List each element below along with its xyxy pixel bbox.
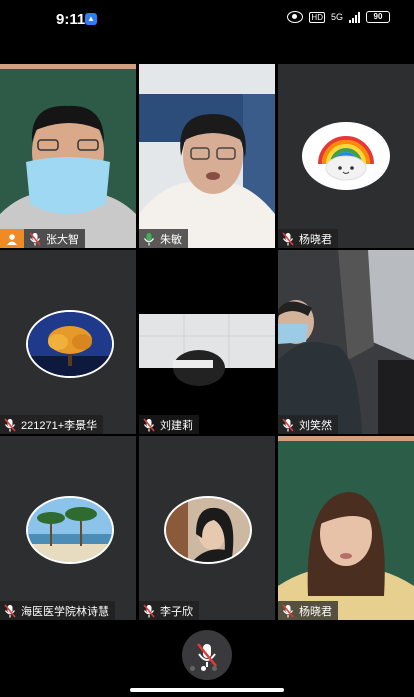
- participant-name: 刘笑然: [299, 419, 332, 432]
- participant-video: [278, 436, 414, 620]
- participant-avatar: [164, 496, 252, 564]
- mic-muted-icon: [143, 603, 155, 618]
- clock: 9:11: [56, 11, 86, 28]
- mic-muted-icon: [29, 231, 41, 246]
- participant-tile[interactable]: 张大智: [0, 64, 136, 248]
- battery-icon: 90: [366, 11, 390, 23]
- page-dot: [190, 666, 195, 671]
- status-icons: HD 5G 90: [287, 11, 390, 23]
- mic-muted-icon: [4, 603, 16, 618]
- mic-muted-icon: [282, 417, 294, 432]
- participant-avatar: [302, 122, 390, 190]
- participant-avatar: [26, 310, 114, 378]
- participant-name: 海医医学院林诗慧: [21, 605, 109, 618]
- participant-label: 杨晓君: [278, 601, 338, 620]
- participant-label: 朱敏: [139, 229, 188, 248]
- participant-label: 张大智: [0, 229, 85, 248]
- participant-label: 海医医学院林诗慧: [0, 601, 115, 620]
- mic-muted-icon: [4, 417, 16, 432]
- participant-name: 杨晓君: [299, 605, 332, 618]
- rainbow-cloud-icon: [318, 136, 374, 181]
- mic-muted-icon: [143, 417, 155, 432]
- page-indicator[interactable]: [190, 666, 217, 671]
- participant-tile[interactable]: 刘笑然: [278, 250, 414, 434]
- mic-muted-icon: [197, 643, 217, 667]
- mic-muted-icon: [282, 231, 294, 246]
- participant-name: 朱敏: [160, 233, 182, 246]
- participant-label: 221271+李景华: [0, 415, 104, 434]
- selfie-photo: [166, 498, 250, 562]
- participant-tile[interactable]: 杨晓君: [278, 64, 414, 248]
- participant-video: [278, 250, 414, 434]
- video-grid: 张大智 朱敏 杨晓君 221271+李景华 刘建莉 刘笑然 海医医学院林诗慧 李…: [0, 64, 414, 620]
- participant-video: [139, 64, 275, 248]
- participant-name: 杨晓君: [299, 233, 332, 246]
- participant-name: 221271+李景华: [21, 419, 98, 432]
- beach-icon: [28, 498, 112, 562]
- participant-name: 刘建莉: [160, 419, 193, 432]
- signal-icon: [349, 11, 360, 23]
- hd-badge: HD: [309, 11, 325, 23]
- host-person-icon: [0, 229, 24, 248]
- bottom-toolbar: [0, 620, 414, 697]
- participant-name: 张大智: [46, 233, 79, 246]
- participant-tile[interactable]: 221271+李景华: [0, 250, 136, 434]
- participant-video: [0, 64, 136, 248]
- participant-tile[interactable]: 刘建莉: [139, 250, 275, 434]
- participant-tile[interactable]: 杨晓君: [278, 436, 414, 620]
- status-bar: 9:11 ▲ HD 5G 90: [0, 0, 414, 40]
- participant-label: 李子欣: [139, 601, 199, 620]
- page-dot-current: [201, 666, 206, 671]
- mic-on-icon: [144, 232, 154, 245]
- participant-avatar: [26, 496, 114, 564]
- participant-label: 杨晓君: [278, 229, 338, 248]
- participant-name: 李子欣: [160, 605, 193, 618]
- participant-tile[interactable]: 朱敏: [139, 64, 275, 248]
- tree-icon: [28, 312, 112, 376]
- page-dot: [212, 666, 217, 671]
- home-indicator[interactable]: [130, 688, 284, 692]
- mic-muted-icon: [282, 603, 294, 618]
- participant-tile[interactable]: 李子欣: [139, 436, 275, 620]
- network-type: 5G: [330, 12, 343, 22]
- participant-tile[interactable]: 海医医学院林诗慧: [0, 436, 136, 620]
- participant-video: [139, 250, 275, 434]
- eye-comfort-icon: [287, 11, 304, 23]
- mute-toggle-button[interactable]: [182, 630, 232, 680]
- participant-label: 刘建莉: [139, 415, 199, 434]
- participant-label: 刘笑然: [278, 415, 338, 434]
- app-notification-icon: ▲: [85, 13, 97, 25]
